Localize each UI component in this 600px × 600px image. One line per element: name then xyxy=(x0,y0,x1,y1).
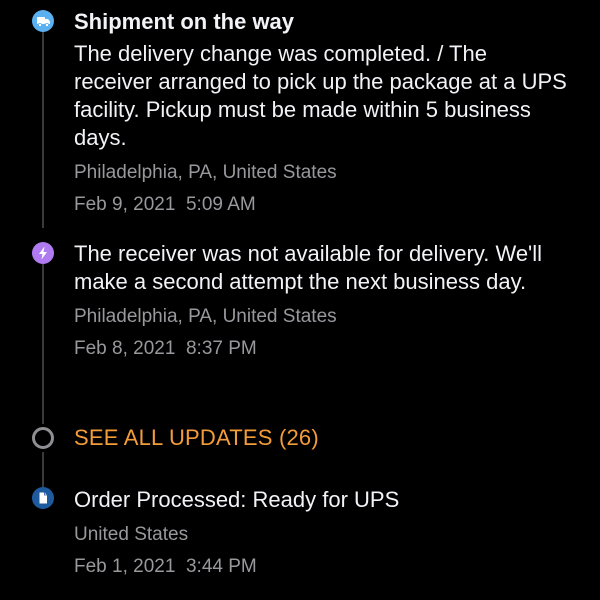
tracking-event: The receiver was not available for deliv… xyxy=(74,240,570,360)
event-description: The receiver was not available for deliv… xyxy=(74,241,543,294)
lightning-icon xyxy=(32,242,54,264)
event-date: Feb 1, 2021 xyxy=(74,556,176,577)
event-location: Philadelphia, PA, United States xyxy=(74,306,337,327)
event-timestamp: Feb 1, 2021 3:44 PM xyxy=(74,556,570,578)
event-location: United States xyxy=(74,524,189,545)
event-title: Shipment on the way xyxy=(74,9,295,34)
timeline-connector xyxy=(42,30,44,228)
timeline-connector xyxy=(42,452,44,490)
event-time: 8:37 PM xyxy=(185,338,257,359)
event-description: The delivery change was completed. / The… xyxy=(74,41,567,150)
timeline-connector xyxy=(42,262,44,424)
document-icon xyxy=(32,487,54,509)
ring-icon xyxy=(32,427,54,449)
event-timestamp: Feb 9, 2021 5:09 AM xyxy=(74,194,570,216)
event-time: 5:09 AM xyxy=(185,194,256,215)
tracking-timeline: Shipment on the way The delivery change … xyxy=(0,0,600,600)
event-timestamp: Feb 8, 2021 8:37 PM xyxy=(74,338,570,360)
event-time: 3:44 PM xyxy=(185,556,257,577)
tracking-event: Order Processed: Ready for UPS United St… xyxy=(74,486,570,578)
event-title: Order Processed: Ready for UPS xyxy=(74,487,400,512)
event-location: Philadelphia, PA, United States xyxy=(74,162,337,183)
truck-icon xyxy=(32,10,54,32)
event-date: Feb 9, 2021 xyxy=(74,194,176,215)
tracking-event: Shipment on the way The delivery change … xyxy=(74,8,570,216)
see-all-updates-link[interactable]: SEE ALL UPDATES (26) xyxy=(74,424,319,452)
event-date: Feb 8, 2021 xyxy=(74,338,176,359)
